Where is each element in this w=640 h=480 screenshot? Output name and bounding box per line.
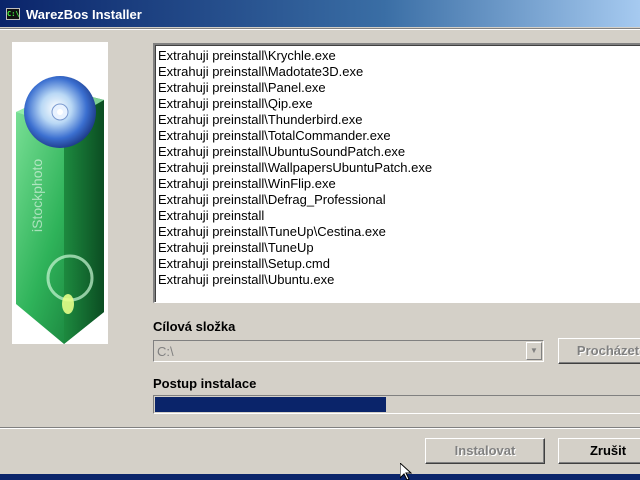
list-item[interactable]: Extrahuji preinstall\Madotate3D.exe (158, 64, 640, 80)
list-item[interactable]: Extrahuji preinstall\TuneUp (158, 240, 640, 256)
taskbar-edge (0, 474, 640, 480)
install-progress-label: Postup instalace (153, 376, 257, 391)
target-folder-combo: C:\ ▼ (153, 340, 544, 362)
list-item[interactable]: Extrahuji preinstall\Defrag_Professional (158, 192, 640, 208)
list-item[interactable]: Extrahuji preinstall\WallpapersUbuntuPat… (158, 160, 640, 176)
cd-box-illustration: iStockphoto (16, 76, 104, 344)
title-bar[interactable]: C:\ WarezBos Installer (0, 0, 640, 27)
list-item[interactable]: Extrahuji preinstall\TuneUp\Cestina.exe (158, 224, 640, 240)
install-progress-bar (153, 395, 640, 414)
list-item[interactable]: Extrahuji preinstall\TotalCommander.exe (158, 128, 640, 144)
cancel-button[interactable]: Zrušit (558, 438, 640, 464)
list-item[interactable]: Extrahuji preinstall\Krychle.exe (158, 48, 640, 64)
list-item[interactable]: Extrahuji preinstall\UbuntuSoundPatch.ex… (158, 144, 640, 160)
list-item[interactable]: Extrahuji preinstall\Ubuntu.exe (158, 272, 640, 288)
list-item[interactable]: Extrahuji preinstall\Qip.exe (158, 96, 640, 112)
list-item[interactable]: Extrahuji preinstall\Thunderbird.exe (158, 112, 640, 128)
mouse-pointer-icon (400, 463, 412, 480)
chevron-down-icon: ▼ (526, 342, 542, 360)
installer-side-image: iStockphoto (12, 42, 108, 344)
installer-window: C:\ WarezBos Installer iStockphoto Extra… (0, 0, 640, 480)
list-item[interactable]: Extrahuji preinstall\WinFlip.exe (158, 176, 640, 192)
install-progress-fill (155, 397, 386, 412)
browse-button: Procházet (558, 338, 640, 364)
list-item[interactable]: Extrahuji preinstall\Panel.exe (158, 80, 640, 96)
target-folder-label: Cílová složka (153, 319, 236, 334)
list-item[interactable]: Extrahuji preinstall\Setup.cmd (158, 256, 640, 272)
list-item[interactable]: Extrahuji preinstall (158, 208, 640, 224)
bottom-divider (0, 427, 640, 429)
svg-text:iStockphoto: iStockphoto (29, 159, 45, 232)
window-title: WarezBos Installer (26, 7, 142, 22)
top-divider (0, 28, 640, 30)
install-button: Instalovat (425, 438, 545, 464)
target-folder-value: C:\ (157, 344, 174, 359)
console-app-icon: C:\ (6, 8, 20, 20)
extraction-log-list[interactable]: Extrahuji preinstall\Krychle.exe Extrahuj… (153, 43, 640, 303)
